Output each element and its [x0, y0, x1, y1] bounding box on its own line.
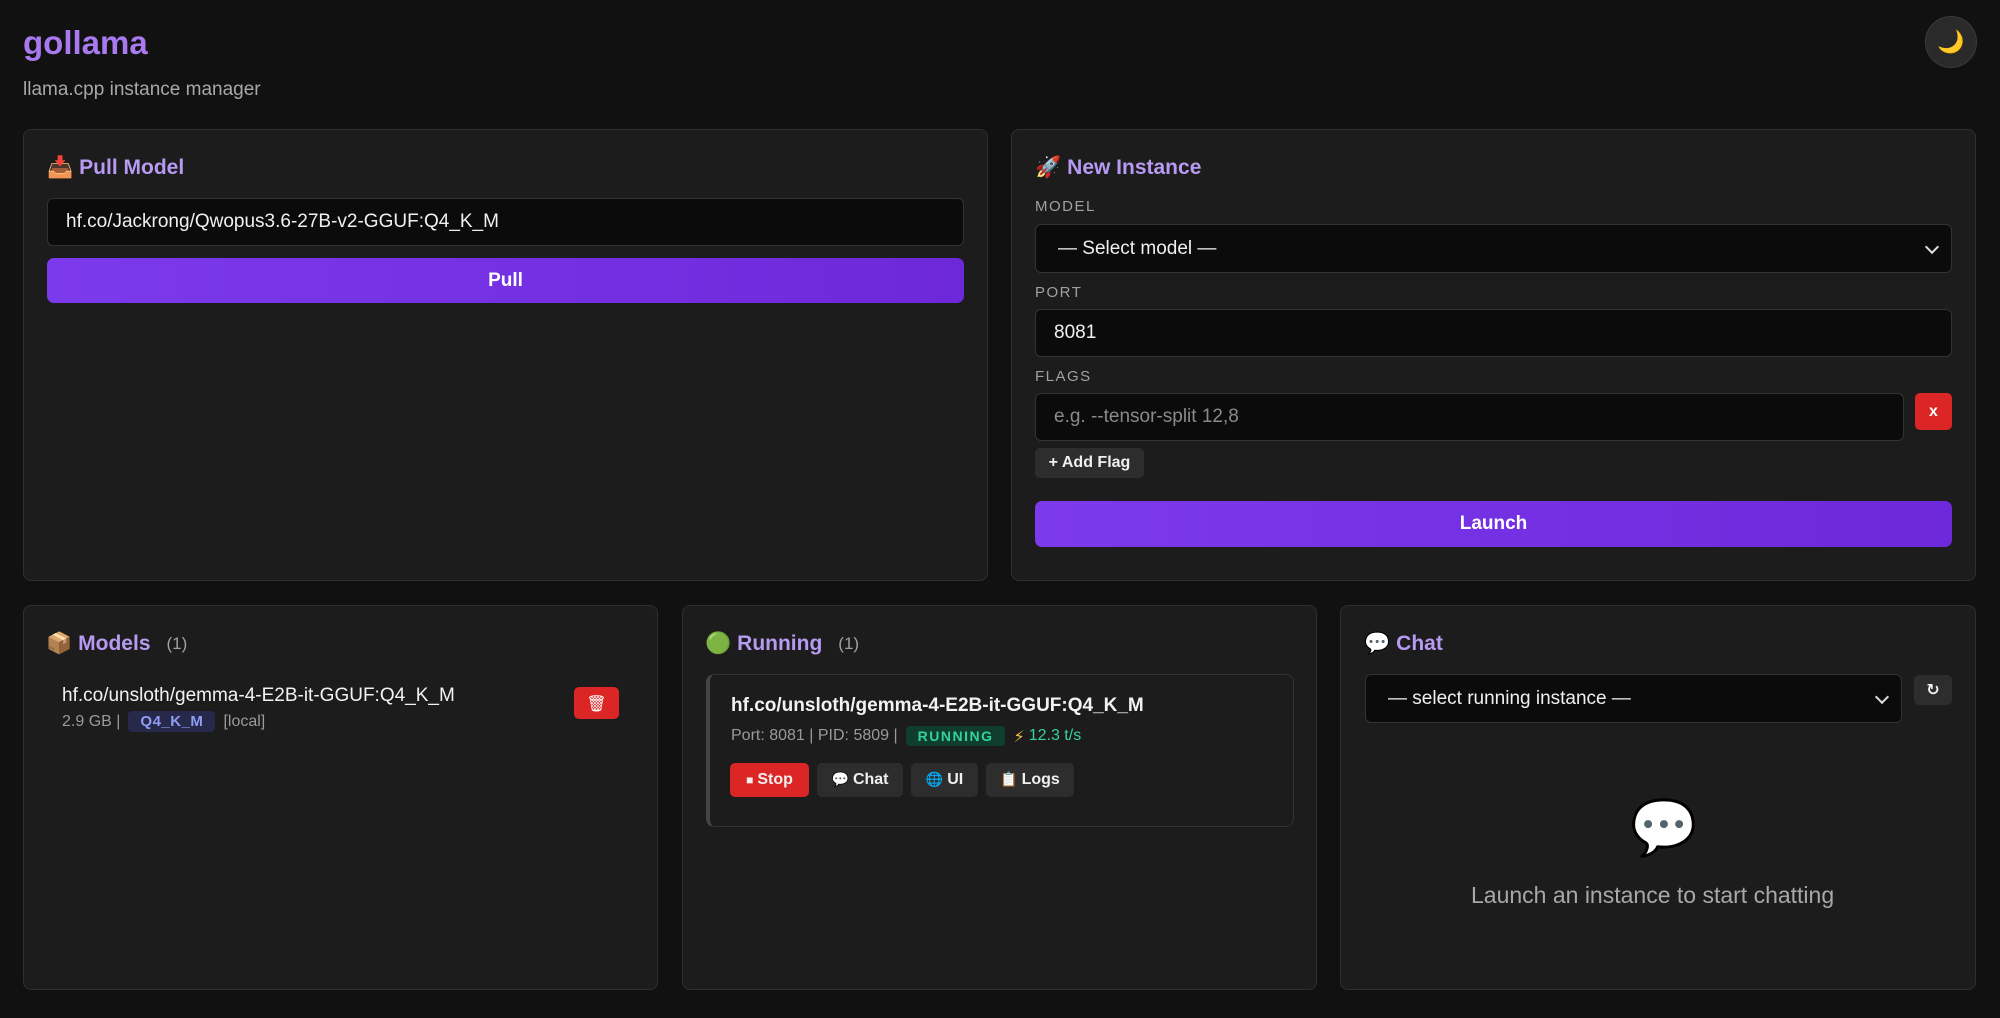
clipboard-icon: 📋 — [1000, 772, 1018, 788]
delete-model-button[interactable]: 🗑 — [574, 687, 619, 719]
app-title: gollama — [23, 24, 148, 61]
instance-select[interactable]: — select running instance — — [1365, 674, 1902, 723]
running-instance-card: hf.co/unsloth/gemma-4-E2B-it-GGUF:Q4_K_M… — [706, 674, 1294, 827]
green-circle-icon: 🟢 — [705, 631, 732, 655]
chevron-down-icon — [1874, 689, 1890, 704]
rocket-icon: 🚀 — [1035, 155, 1062, 179]
stop-button[interactable]: ■ Stop — [730, 763, 809, 797]
models-title-label: Models — [78, 631, 151, 655]
running-count: (1) — [838, 633, 860, 653]
model-select[interactable]: — Select model — — [1035, 224, 1952, 273]
model-meta: 2.9 GB | Q4_K_M [local] — [62, 711, 265, 732]
moon-icon: 🌙 — [1937, 29, 1965, 55]
model-size: 2.9 GB | — [62, 712, 121, 730]
launch-button[interactable]: Launch — [1035, 501, 1952, 547]
running-meta: Port: 8081 | PID: 5809 | RUNNING ⚡ 12.3 … — [731, 726, 1081, 746]
speech-bubble-icon: 💬 — [1364, 631, 1391, 655]
new-instance-panel: 🚀 New Instance Model — Select model — Po… — [1011, 129, 1976, 581]
chat-title-label: Chat — [1396, 631, 1443, 655]
remove-flag-button[interactable]: x — [1915, 393, 1952, 430]
running-title: 🟢 Running (1) — [705, 631, 859, 656]
speech-bubble-icon: 💬 — [831, 772, 849, 788]
refresh-button[interactable]: ↻ — [1914, 675, 1952, 705]
model-source: [local] — [223, 712, 266, 730]
chat-empty-icon: 💬 — [1630, 796, 1698, 859]
model-field-label: Model — [1035, 198, 1096, 215]
tokens-per-second: 12.3 t/s — [1028, 727, 1082, 744]
chat-empty-text: Launch an instance to start chatting — [1471, 882, 1835, 908]
model-select-value: — Select model — — [1058, 237, 1217, 259]
stop-icon: ■ — [746, 773, 754, 787]
models-count: (1) — [166, 633, 188, 653]
ui-button[interactable]: 🌐 UI — [911, 763, 978, 797]
lightning-icon: ⚡ — [1013, 726, 1025, 746]
model-name: hf.co/unsloth/gemma-4-E2B-it-GGUF:Q4_K_M — [62, 685, 455, 706]
chat-label: Chat — [852, 771, 889, 788]
running-title-label: Running — [737, 631, 823, 655]
chevron-down-icon — [1924, 239, 1940, 254]
flag-input[interactable] — [1035, 393, 1904, 441]
pull-model-title: 📥 Pull Model — [47, 155, 184, 180]
running-model-name: hf.co/unsloth/gemma-4-E2B-it-GGUF:Q4_K_M — [731, 695, 1144, 716]
port-field-label: Port — [1035, 284, 1083, 301]
chat-panel: 💬 Chat — select running instance — ↻ 💬 L… — [1340, 605, 1976, 990]
logs-button[interactable]: 📋 Logs — [986, 763, 1074, 797]
inbox-tray-icon: 📥 — [47, 155, 74, 179]
trash-icon: 🗑 — [586, 693, 607, 713]
port-input[interactable] — [1035, 309, 1952, 357]
port-pid: Port: 8081 | PID: 5809 | — [731, 727, 898, 744]
refresh-icon: ↻ — [1926, 682, 1940, 699]
globe-icon: 🌐 — [925, 772, 944, 788]
pull-button[interactable]: Pull — [47, 258, 964, 303]
add-flag-button[interactable]: + Add Flag — [1035, 448, 1144, 478]
instance-select-value: — select running instance — — [1388, 687, 1631, 709]
models-title: 📦 Models (1) — [46, 631, 187, 656]
chat-button[interactable]: 💬 Chat — [817, 763, 903, 797]
pull-model-title-label: Pull Model — [79, 155, 185, 179]
new-instance-title-label: New Instance — [1067, 155, 1202, 179]
status-badge: RUNNING — [905, 726, 1006, 746]
pull-model-input[interactable] — [47, 198, 964, 246]
speed-indicator: ⚡ 12.3 t/s — [1013, 727, 1081, 746]
logs-label: Logs — [1021, 771, 1060, 788]
stop-label: Stop — [757, 771, 793, 788]
pull-model-panel: 📥 Pull Model Pull — [23, 129, 988, 581]
chat-title: 💬 Chat — [1364, 631, 1443, 656]
app-subtitle: llama.cpp instance manager — [23, 79, 261, 100]
models-panel: 📦 Models (1) hf.co/unsloth/gemma-4-E2B-i… — [23, 605, 658, 990]
quant-badge: Q4_K_M — [128, 711, 216, 732]
running-panel: 🟢 Running (1) hf.co/unsloth/gemma-4-E2B-… — [682, 605, 1317, 990]
flags-field-label: Flags — [1035, 368, 1092, 385]
theme-toggle-button[interactable]: 🌙 — [1925, 16, 1977, 68]
new-instance-title: 🚀 New Instance — [1035, 155, 1201, 180]
package-icon: 📦 — [46, 631, 73, 655]
ui-label: UI — [947, 771, 964, 788]
